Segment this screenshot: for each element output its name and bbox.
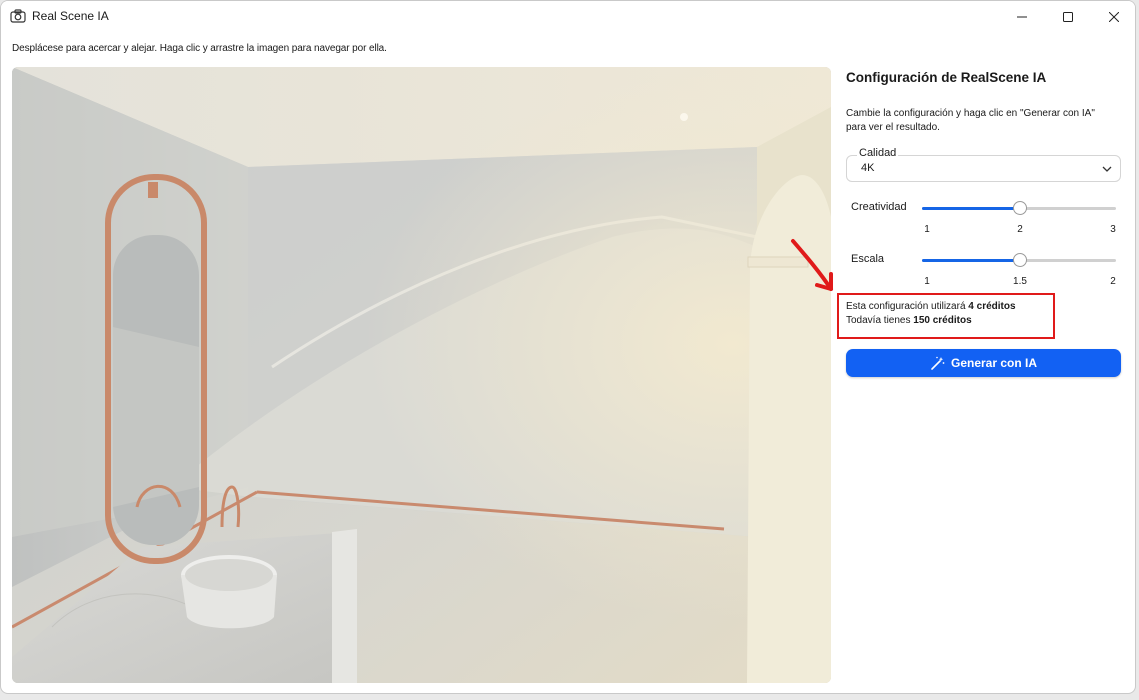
creativity-slider-row: Creatividad 1 2 3 — [846, 201, 1122, 237]
creativity-slider-thumb[interactable] — [1013, 201, 1027, 215]
scale-slider[interactable]: 1 1.5 2 — [922, 253, 1116, 287]
credits-usage-prefix: Esta configuración utilizará — [846, 301, 969, 312]
credits-usage-value: 4 créditos — [968, 301, 1016, 312]
quality-label: Calidad — [857, 147, 899, 159]
creativity-tick-mid: 2 — [1017, 224, 1023, 235]
generate-ai-button[interactable]: Generar con IA — [846, 349, 1121, 377]
minimize-icon — [1017, 16, 1027, 17]
bathroom-render-image[interactable] — [12, 67, 831, 683]
credits-balance-prefix: Todavía tienes — [846, 315, 914, 326]
panel-title: Configuración de RealScene IA — [846, 70, 1047, 85]
navigation-hint: Desplácese para acercar y alejar. Haga c… — [12, 43, 387, 54]
title-bar[interactable]: Real Scene IA — [1, 1, 1135, 33]
scale-slider-thumb[interactable] — [1013, 253, 1027, 267]
minimize-button[interactable] — [999, 1, 1045, 32]
scale-tick-mid: 1.5 — [1013, 276, 1027, 287]
magic-wand-icon — [931, 356, 945, 370]
app-window: Real Scene IA Desplácese para acercar y … — [0, 0, 1136, 694]
window-title: Real Scene IA — [32, 9, 109, 23]
scale-slider-row: Escala 1 1.5 2 — [846, 253, 1122, 289]
scale-label: Escala — [851, 253, 885, 265]
annotation-arrow-icon — [791, 239, 833, 291]
creativity-slider-fill — [922, 207, 1020, 210]
scale-tick-max: 2 — [1110, 276, 1116, 287]
scale-slider-fill — [922, 259, 1020, 262]
creativity-slider[interactable]: 1 2 3 — [922, 201, 1116, 235]
creativity-tick-max: 3 — [1110, 224, 1116, 235]
creativity-tick-min: 1 — [924, 224, 930, 235]
quality-value: 4K — [861, 162, 875, 174]
camera-icon — [10, 9, 26, 23]
credits-balance-value: 150 créditos — [913, 315, 972, 326]
generate-ai-label: Generar con IA — [950, 356, 1038, 370]
credits-balance-text: Todavía tienes 150 créditos — [846, 315, 972, 326]
scale-tick-min: 1 — [924, 276, 930, 287]
credits-highlight-box: Esta configuración utilizará 4 créditos … — [837, 293, 1055, 339]
credits-usage-text: Esta configuración utilizará 4 créditos — [846, 301, 1016, 312]
maximize-button[interactable] — [1045, 1, 1091, 32]
quality-select[interactable]: 4K — [846, 155, 1121, 182]
chevron-down-icon — [1102, 166, 1112, 172]
maximize-icon — [1063, 11, 1073, 22]
settings-panel: Configuración de RealScene IA Cambie la … — [837, 67, 1122, 387]
close-button[interactable] — [1091, 1, 1135, 32]
creativity-label: Creatividad — [851, 201, 907, 213]
panel-description: Cambie la configuración y haga clic en "… — [846, 108, 1095, 133]
close-icon — [1109, 11, 1119, 22]
render-viewport[interactable] — [12, 67, 831, 683]
